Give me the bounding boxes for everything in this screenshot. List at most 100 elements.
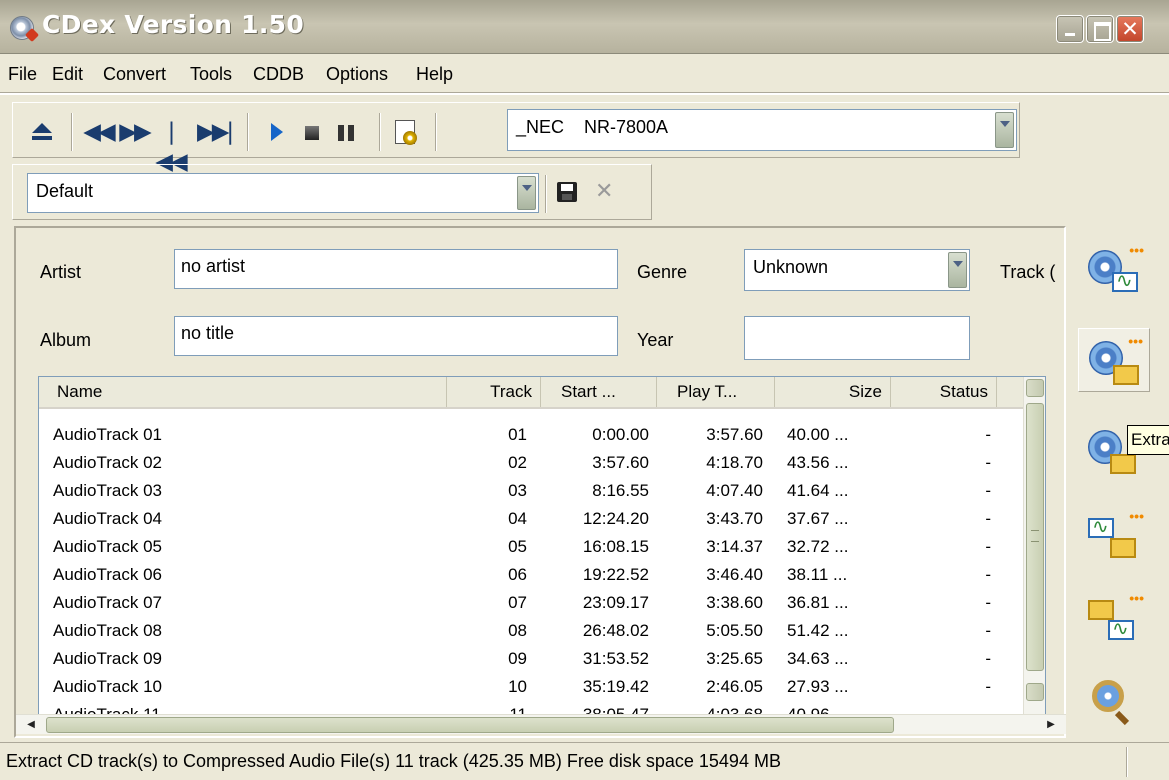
column-header-status[interactable]: Status (891, 377, 997, 407)
status-bar: Extract CD track(s) to Compressed Audio … (0, 742, 1169, 780)
horizontal-scroll-thumb[interactable] (46, 717, 894, 733)
track-play-time: 3:25.65 (706, 649, 763, 668)
column-header-track[interactable]: Track (447, 377, 541, 407)
chevron-down-icon[interactable] (517, 176, 536, 210)
waveform-icon (1108, 616, 1134, 640)
profile-select[interactable]: Default (27, 173, 539, 213)
track-play-time: 3:43.70 (706, 509, 763, 528)
track-number: 07 (508, 593, 527, 612)
track-status: - (985, 677, 991, 696)
track-size: 36.81 ... (787, 593, 849, 612)
extract-to-compressed-button[interactable]: ••• (1078, 328, 1150, 392)
fast-forward-icon[interactable]: ▶▶ (119, 117, 151, 147)
track-play-time: 4:18.70 (706, 453, 763, 472)
waveform-icon (1088, 514, 1114, 538)
menu-edit[interactable]: Edit (52, 64, 83, 85)
artist-label: Artist (40, 262, 82, 282)
track-status: - (985, 593, 991, 612)
table-row[interactable]: AudioTrack 07 07 23:09.17 3:38.60 36.81 ... - (39, 589, 1019, 617)
track-number: 10 (508, 677, 527, 696)
title-bar[interactable]: CDex Version 1.50 ✕ (0, 0, 1169, 54)
delete-profile-icon[interactable]: ✕ (595, 179, 613, 204)
column-header-name[interactable]: Name (39, 377, 447, 407)
table-row[interactable]: AudioTrack 02 02 3:57.60 4:18.70 43.56 ... - (39, 449, 1019, 477)
rewind-icon[interactable]: ◀◀ (83, 117, 115, 147)
column-header-size[interactable]: Size (775, 377, 891, 407)
extract-to-wav-button[interactable]: ••• (1078, 238, 1150, 302)
drive-select[interactable]: _NEC NR-7800A (507, 109, 1017, 151)
album-field[interactable]: no title (174, 316, 618, 356)
next-track-icon[interactable]: ▶▶| (197, 117, 234, 147)
convert-wav-button[interactable]: ••• (1078, 504, 1150, 568)
track-status: - (985, 453, 991, 472)
horizontal-scrollbar[interactable]: ◀ ▶ (16, 714, 1066, 734)
track-status: - (985, 565, 991, 584)
table-row[interactable]: AudioTrack 09 09 31:53.52 3:25.65 34.63 ... - (39, 645, 1019, 673)
track-name: AudioTrack 01 (53, 425, 162, 444)
track-size: 27.93 ... (787, 677, 849, 696)
cd-lookup-button[interactable] (1078, 668, 1150, 732)
scroll-down-icon[interactable] (1026, 683, 1044, 701)
year-field[interactable] (744, 316, 970, 360)
menu-tools[interactable]: Tools (190, 64, 232, 85)
scroll-up-icon[interactable] (1026, 379, 1044, 397)
table-row[interactable]: AudioTrack 05 05 16:08.15 3:14.37 32.72 ... - (39, 533, 1019, 561)
track-size: 37.67 ... (787, 509, 849, 528)
track-name: AudioTrack 03 (53, 481, 162, 500)
track-number: 05 (508, 537, 527, 556)
play-icon[interactable] (261, 117, 291, 147)
minimize-icon (1057, 16, 1083, 42)
folder-icon (1110, 454, 1136, 474)
maximize-button[interactable] (1086, 15, 1114, 43)
menu-convert[interactable]: Convert (103, 64, 166, 85)
table-row[interactable]: AudioTrack 08 08 26:48.02 5:05.50 51.42 ... - (39, 617, 1019, 645)
cd-info-icon[interactable] (391, 117, 421, 147)
menu-options[interactable]: Options (326, 64, 388, 85)
cdex-app-icon[interactable] (10, 16, 34, 40)
artist-field[interactable]: no artist (174, 249, 618, 289)
minimize-button[interactable] (1056, 15, 1084, 43)
chevron-down-icon[interactable] (948, 252, 967, 288)
scroll-thumb[interactable] (1026, 403, 1044, 671)
table-row[interactable]: AudioTrack 03 03 8:16.55 4:07.40 41.64 ... - (39, 477, 1019, 505)
track-start: 31:53.52 (582, 649, 649, 668)
menu-file[interactable]: File (8, 64, 37, 85)
previous-track-icon[interactable]: |◀◀ (155, 117, 187, 175)
table-row[interactable]: AudioTrack 10 10 35:19.42 2:46.05 27.93 ... - (39, 673, 1019, 701)
pause-icon[interactable] (331, 117, 361, 147)
track-status: - (985, 649, 991, 668)
magnifier-icon (1092, 680, 1124, 712)
convert-compressed-button[interactable]: ••• (1078, 586, 1150, 650)
column-header-play-time[interactable]: Play T... (657, 377, 775, 407)
toolbar-separator (379, 113, 381, 151)
track-list[interactable]: Name Track Start ... Play T... Size Stat… (38, 376, 1046, 732)
scroll-left-icon[interactable]: ◀ (22, 717, 40, 733)
table-row[interactable]: AudioTrack 04 04 12:24.20 3:43.70 37.67 ... - (39, 505, 1019, 533)
profile-toolbar: Default ✕ (12, 164, 652, 220)
save-profile-icon[interactable] (557, 182, 577, 202)
track-play-time: 4:07.40 (706, 481, 763, 500)
toolbar-separator (435, 113, 437, 151)
track-rows: AudioTrack 01 01 0:00.00 3:57.60 40.00 ... - A… (39, 421, 1019, 729)
scroll-right-icon[interactable]: ▶ (1042, 717, 1060, 733)
menu-cddb[interactable]: CDDB (253, 64, 304, 85)
stop-icon[interactable] (297, 117, 327, 147)
track-size: 43.56 ... (787, 453, 849, 472)
table-row[interactable]: AudioTrack 06 06 19:22.52 3:46.40 38.11 ... - (39, 561, 1019, 589)
close-icon: ✕ (1121, 17, 1139, 41)
window-title: CDex Version 1.50 (42, 10, 305, 39)
vertical-scrollbar[interactable] (1023, 377, 1045, 731)
chevron-down-icon[interactable] (995, 112, 1014, 148)
close-button[interactable]: ✕ (1116, 15, 1144, 43)
track-list-header: Name Track Start ... Play T... Size Stat… (39, 377, 1045, 409)
genre-select[interactable]: Unknown (744, 249, 970, 291)
track-number: 09 (508, 649, 527, 668)
column-header-start[interactable]: Start ... (541, 377, 657, 407)
profile-select-value: Default (36, 181, 94, 201)
eject-icon[interactable] (27, 117, 57, 147)
track-name: AudioTrack 06 (53, 565, 162, 584)
track-start: 12:24.20 (582, 509, 649, 528)
table-row[interactable]: AudioTrack 01 01 0:00.00 3:57.60 40.00 ... - (39, 421, 1019, 449)
menu-help[interactable]: Help (416, 64, 453, 85)
arrow-icon: ••• (1129, 508, 1144, 524)
